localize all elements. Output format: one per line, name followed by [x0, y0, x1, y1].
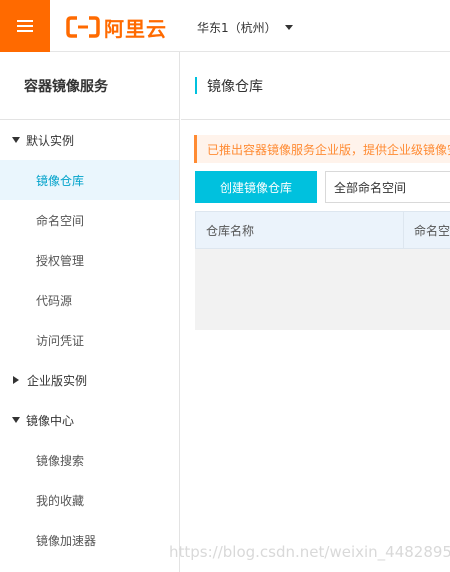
sidebar-item-namespace[interactable]: 命名空间 — [0, 200, 179, 240]
sidebar-item-image-search[interactable]: 镜像搜索 — [0, 440, 179, 480]
namespace-select-value: 全部命名空间 — [334, 180, 407, 195]
sidebar-group-image-center[interactable]: 镜像中心 — [0, 400, 179, 440]
column-header-namespace: 命名空间 — [414, 223, 450, 238]
sidebar-item-image-accelerator[interactable]: 镜像加速器 — [0, 520, 179, 560]
sidebar-item-code-source[interactable]: 代码源 — [0, 280, 179, 320]
aliyun-logo[interactable]: 阿里云 — [66, 14, 167, 41]
column-header-repository-name: 仓库名称 — [196, 212, 404, 248]
sidebar-item-access-credential[interactable]: 访问凭证 — [0, 320, 179, 360]
triangle-down-icon — [12, 137, 20, 143]
sidebar-group-default-instance[interactable]: 默认实例 — [0, 120, 179, 160]
table-header: 仓库名称 命名空间 — [195, 211, 450, 249]
region-selector[interactable]: 华东1（杭州） — [197, 19, 293, 36]
top-bar: 阿里云 华东1（杭州） — [0, 0, 450, 52]
sidebar-group-label: 默认实例 — [26, 133, 75, 148]
sidebar-title: 容器镜像服务 — [0, 52, 179, 120]
sidebar-group-enterprise-instance[interactable]: 企业版实例 — [0, 360, 179, 400]
sidebar-item-authorization[interactable]: 授权管理 — [0, 240, 179, 280]
aliyun-logo-icon — [66, 16, 100, 38]
sidebar-item-favorites[interactable]: 我的收藏 — [0, 480, 179, 520]
logo-text: 阿里云 — [104, 16, 167, 41]
sidebar: 容器镜像服务 默认实例 镜像仓库 命名空间 授权管理 代码源 访问凭证 企业版实… — [0, 52, 180, 572]
triangle-right-icon — [13, 376, 19, 384]
notice-banner: 已推出容器镜像服务企业版，提供企业级镜像安全 — [194, 135, 450, 163]
hamburger-menu-button[interactable] — [0, 0, 50, 52]
sidebar-group-label: 企业版实例 — [27, 373, 88, 388]
sidebar-item-image-repository[interactable]: 镜像仓库 — [0, 160, 179, 200]
title-accent-bar — [195, 77, 197, 94]
notice-text: 已推出容器镜像服务企业版，提供企业级镜像安全 — [207, 142, 450, 157]
hamburger-icon — [17, 20, 33, 22]
page-header: 镜像仓库 — [181, 52, 450, 120]
triangle-down-icon — [12, 417, 20, 423]
sidebar-group-label: 镜像中心 — [26, 413, 75, 428]
caret-down-icon — [284, 25, 293, 30]
table-body-empty — [195, 249, 450, 330]
watermark: https://blog.csdn.net/weixin_44828950 — [169, 543, 450, 561]
main-content: 镜像仓库 已推出容器镜像服务企业版，提供企业级镜像安全 创建镜像仓库 全部命名空… — [181, 52, 450, 572]
region-label: 华东1（杭州） — [197, 21, 277, 35]
create-repository-button[interactable]: 创建镜像仓库 — [195, 171, 317, 203]
namespace-select[interactable]: 全部命名空间 — [325, 171, 450, 203]
page-title: 镜像仓库 — [207, 78, 263, 95]
